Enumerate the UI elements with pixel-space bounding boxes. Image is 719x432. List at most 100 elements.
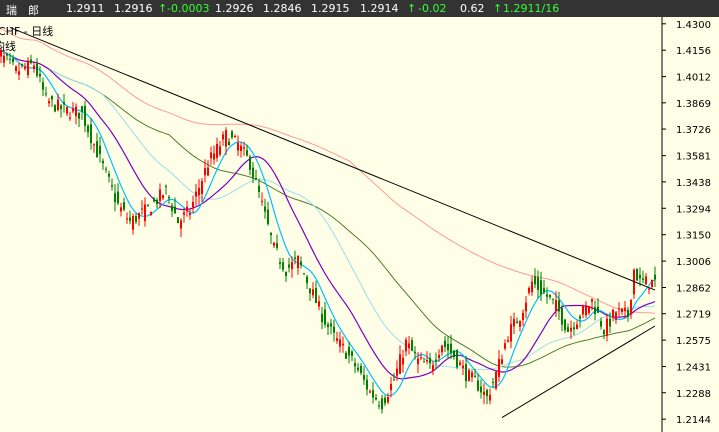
candle-down	[600, 320, 602, 327]
candle-down	[474, 376, 476, 378]
candle-up	[234, 135, 236, 137]
candle-up	[186, 206, 188, 212]
candle-up	[630, 299, 632, 315]
candle-down	[540, 280, 542, 295]
candle-down	[6, 53, 8, 56]
candle-up	[591, 298, 593, 302]
candle-down	[39, 73, 41, 77]
candle-down	[366, 379, 368, 390]
candle-up	[462, 365, 464, 369]
candle-down	[84, 105, 86, 126]
candle-down	[549, 294, 551, 297]
candle-down	[96, 141, 98, 158]
candle-up	[621, 308, 623, 312]
chart-title: CHF - 日线	[0, 24, 53, 38]
y-tick-label: 1.4300	[676, 20, 711, 31]
candle-down	[81, 106, 83, 112]
candle-up	[339, 339, 341, 347]
y-tick-label: 1.3150	[676, 231, 711, 242]
candle-down	[153, 198, 155, 202]
y-tick-label: 1.2862	[676, 283, 711, 294]
candle-down	[354, 363, 356, 367]
candle-down	[351, 351, 353, 356]
up-arrow-icon: ↑	[158, 2, 168, 15]
candle-up	[513, 318, 515, 327]
candle-up	[576, 324, 578, 330]
candle-up	[273, 242, 275, 246]
candle-up	[72, 108, 74, 112]
candle-up	[57, 99, 59, 111]
candle-up	[606, 318, 608, 336]
candle-down	[627, 310, 629, 317]
y-tick-label: 1.2575	[676, 336, 711, 347]
candle-up	[438, 354, 440, 358]
candle-up	[615, 312, 617, 320]
candle-down	[516, 321, 518, 324]
candle-down	[306, 276, 308, 284]
candle-up	[441, 345, 443, 353]
candle-down	[324, 309, 326, 325]
candle-up	[66, 106, 68, 114]
candle-down	[9, 58, 11, 60]
candle-down	[174, 206, 176, 214]
candle-down	[597, 306, 599, 313]
y-tick-label: 1.3438	[676, 178, 711, 189]
candle-down	[90, 124, 92, 144]
candle-down	[294, 257, 296, 259]
candle-down	[276, 243, 278, 248]
candle-down	[258, 185, 260, 192]
candle-up	[69, 117, 71, 119]
candle-down	[327, 324, 329, 327]
candle-up	[504, 343, 506, 349]
candle-up	[210, 152, 212, 159]
candle-down	[603, 330, 605, 335]
candle-up	[489, 394, 491, 401]
candle-up	[501, 359, 503, 365]
ma-line-lightblue	[0, 49, 656, 370]
candle-down	[561, 307, 563, 325]
candle-down	[54, 105, 56, 112]
candle-down	[99, 145, 101, 154]
candle-up	[219, 146, 221, 155]
y-tick-label: 1.2144	[676, 415, 711, 426]
y-tick-label: 1.2719	[676, 310, 711, 321]
candle-up	[432, 365, 434, 371]
candle-down	[456, 350, 458, 368]
candle-up	[390, 383, 392, 391]
candle-up	[240, 145, 242, 151]
candle-down	[114, 193, 116, 203]
candle-down	[486, 389, 488, 397]
candle-down	[36, 63, 38, 76]
candle-down	[42, 82, 44, 90]
candle-up	[651, 279, 653, 288]
candle-down	[378, 405, 380, 407]
candle-up	[15, 66, 17, 72]
candle-up	[495, 371, 497, 389]
candle-up	[510, 324, 512, 342]
y-tick-label: 1.3006	[676, 257, 711, 268]
candle-up	[291, 261, 293, 270]
ma-line-blue	[0, 49, 656, 397]
y-tick-label: 1.2431	[676, 363, 711, 374]
candle-up	[402, 357, 404, 365]
y-tick-label: 1.3581	[676, 152, 711, 163]
candle-down	[12, 58, 14, 63]
candle-down	[63, 102, 65, 105]
candle-down	[435, 359, 437, 362]
candle-down	[477, 380, 479, 391]
candle-down	[279, 262, 281, 264]
candle-up	[417, 358, 419, 365]
candle-up	[426, 360, 428, 362]
candle-down	[45, 93, 47, 95]
chart-window: 瑞 郎 1.2911 1.2916 ↑ -0.0003 1.2926 1.284…	[0, 0, 719, 432]
candle-up	[396, 368, 398, 376]
candle-up	[24, 66, 26, 69]
candle-up	[420, 357, 422, 359]
candle-down	[453, 350, 455, 358]
candle-up	[195, 191, 197, 197]
symbol-name: 瑞 郎	[6, 4, 39, 17]
candle-up	[612, 309, 614, 318]
candle-down	[303, 273, 305, 275]
ma-line-pink	[0, 27, 656, 314]
candle-down	[330, 323, 332, 327]
